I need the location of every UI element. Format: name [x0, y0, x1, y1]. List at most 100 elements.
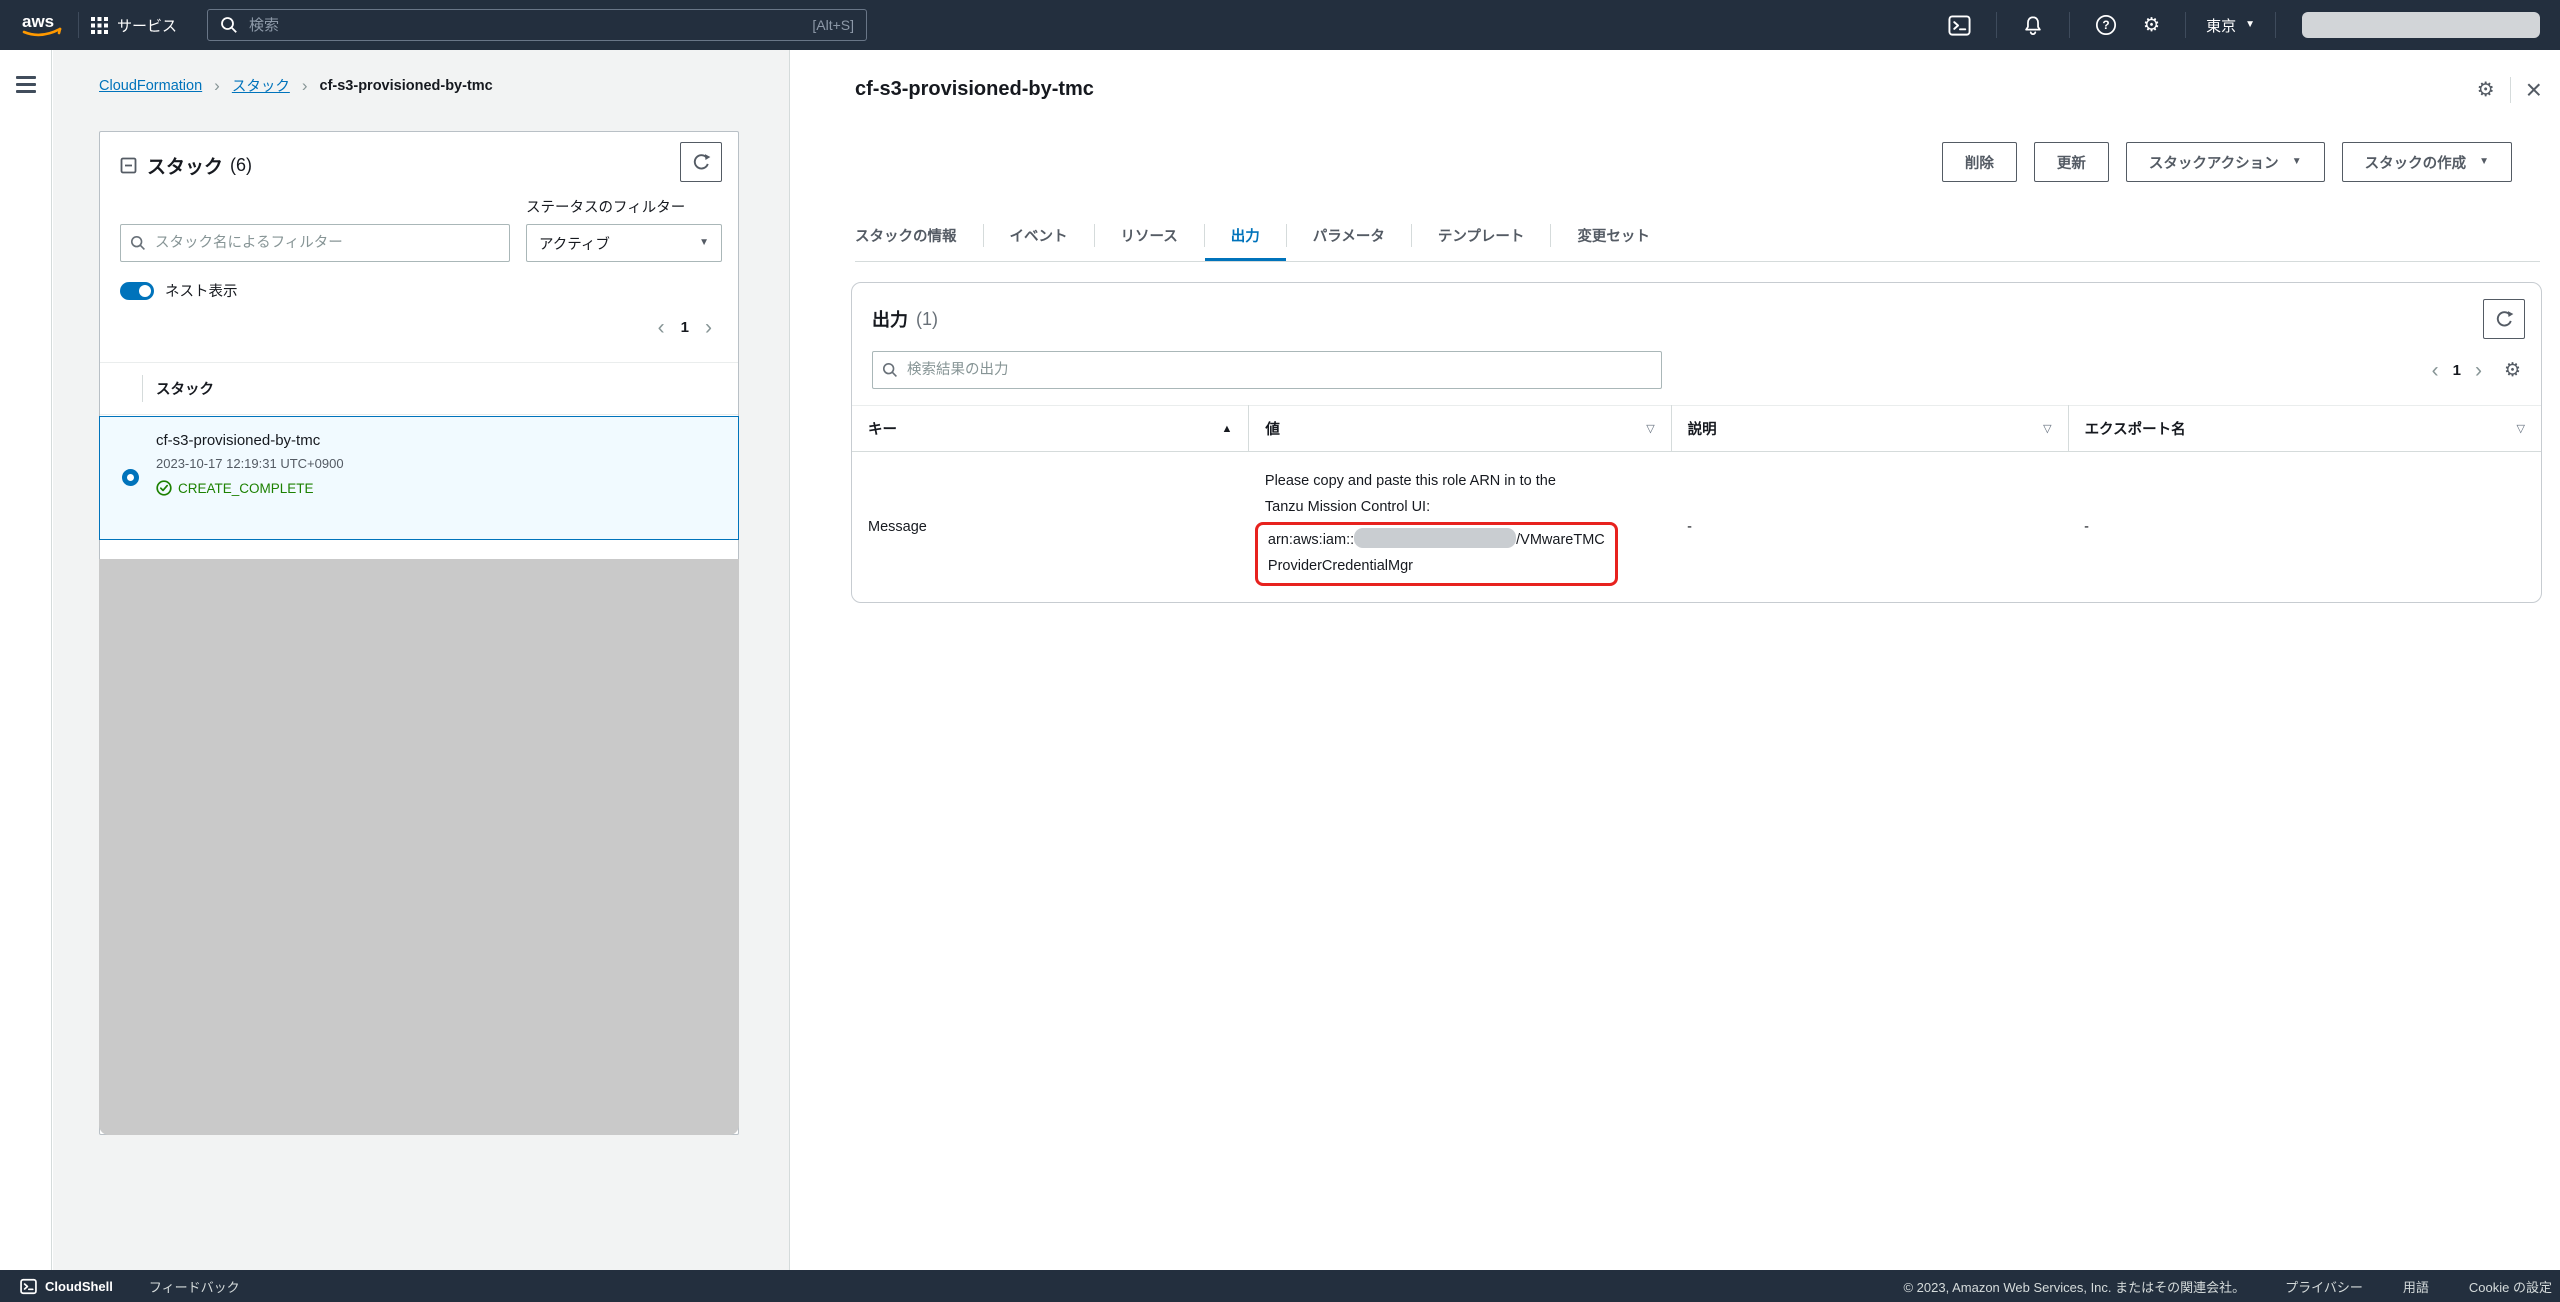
chevron-down-icon: ▼ — [2292, 157, 2302, 167]
stack-actions-dropdown-button[interactable]: スタックアクション ▼ — [2126, 142, 2325, 182]
next-page-icon[interactable]: › — [705, 317, 712, 338]
search-icon — [130, 235, 146, 251]
top-navigation: aws サービス [Alt+S] ? — [0, 0, 2560, 50]
search-shortcut-hint: [Alt+S] — [812, 17, 854, 33]
arn-highlight-annotation: arn:aws:iam::/VMwareTMC ProviderCredenti… — [1255, 522, 1618, 586]
stack-detail-tabs: スタックの情報 イベント リソース 出力 パラメータ テンプレート 変更セット — [855, 210, 2540, 262]
next-page-icon[interactable]: › — [2475, 360, 2482, 381]
cloudshell-icon — [20, 1278, 37, 1295]
refresh-stacks-button[interactable] — [680, 142, 722, 182]
stack-name-filter-input[interactable] — [120, 224, 510, 262]
column-header-value[interactable]: 値 ▽ — [1249, 406, 1671, 452]
output-description-cell: - — [1671, 452, 2068, 603]
divider — [2510, 77, 2511, 103]
cloudshell-button[interactable] — [1935, 14, 1984, 37]
column-header-key[interactable]: キー ▲ — [852, 406, 1249, 452]
breadcrumb-link-cloudformation[interactable]: CloudFormation — [99, 78, 202, 94]
footer-cookie-settings-link[interactable]: Cookie の設定 — [2469, 1277, 2552, 1296]
table-row: Message Please copy and paste this role … — [852, 452, 2541, 603]
output-value-cell: Please copy and paste this role ARN in t… — [1249, 452, 1671, 603]
tab-parameters[interactable]: パラメータ — [1287, 210, 1411, 261]
breadcrumb-separator-icon: › — [214, 76, 220, 96]
create-stack-dropdown-button[interactable]: スタックの作成 ▼ — [2342, 142, 2512, 182]
left-rail — [0, 50, 52, 1270]
update-button[interactable]: 更新 — [2034, 142, 2109, 182]
panel-settings-gear-icon[interactable]: ⚙ — [2477, 80, 2495, 100]
region-selector[interactable]: 東京 ▼ — [2198, 15, 2263, 36]
outputs-card: 出力 (1) ‹ 1 › ⚙ — [851, 282, 2542, 603]
refresh-outputs-button[interactable] — [2483, 299, 2525, 339]
stacks-title: スタック — [147, 152, 223, 179]
stack-list-column-header: スタック — [100, 363, 738, 415]
status-filter-value: アクティブ — [539, 233, 610, 254]
tab-events[interactable]: イベント — [984, 210, 1094, 261]
footer-copyright: © 2023, Amazon Web Services, Inc. またはその関… — [1903, 1277, 2245, 1296]
radio-selected-icon[interactable] — [122, 469, 139, 486]
stack-actions-toolbar: 削除 更新 スタックアクション ▼ スタックの作成 ▼ — [1942, 142, 2512, 182]
nav-divider — [2069, 12, 2070, 38]
stacks-count: (6) — [230, 155, 252, 176]
account-menu-redacted[interactable] — [2302, 12, 2540, 38]
tab-change-sets[interactable]: 変更セット — [1551, 210, 1676, 261]
column-divider — [142, 375, 143, 402]
global-search[interactable]: [Alt+S] — [207, 9, 867, 41]
stack-status-badge: CREATE_COMPLETE — [178, 481, 314, 496]
footer-feedback-link[interactable]: フィードバック — [149, 1277, 240, 1296]
services-label: サービス — [117, 15, 177, 36]
tab-outputs[interactable]: 出力 — [1205, 210, 1286, 261]
chevron-down-icon: ▼ — [2245, 20, 2255, 30]
search-icon — [220, 16, 238, 34]
app-body: CloudFormation › スタック › cf-s3-provisione… — [0, 50, 2560, 1270]
apps-grid-icon — [91, 17, 108, 34]
status-filter-select[interactable]: アクティブ ▼ — [526, 224, 722, 262]
nested-view-toggle[interactable] — [120, 282, 154, 300]
sort-icon: ▽ — [2517, 422, 2525, 435]
status-filter-label: ステータスのフィルター — [526, 196, 722, 217]
tab-template[interactable]: テンプレート — [1412, 210, 1551, 261]
output-key-cell: Message — [852, 452, 1249, 603]
stack-detail-panel: cf-s3-provisioned-by-tmc ⚙ × 削除 更新 スタックア… — [791, 50, 2560, 1270]
console-footer: CloudShell フィードバック © 2023, Amazon Web Se… — [0, 1270, 2560, 1302]
tab-stack-info[interactable]: スタックの情報 — [855, 210, 983, 261]
footer-cloudshell-button[interactable]: CloudShell — [20, 1278, 113, 1295]
page-number[interactable]: 1 — [2453, 362, 2461, 379]
outputs-table: キー ▲ 値 ▽ 説明 — [852, 405, 2541, 602]
tab-resources[interactable]: リソース — [1095, 210, 1204, 261]
collapse-panel-icon[interactable] — [120, 157, 137, 174]
footer-terms-link[interactable]: 用語 — [2403, 1277, 2429, 1296]
stacks-list-card: スタック (6) ステータスのフィルター アクティブ ▼ — [99, 131, 739, 1135]
previous-page-icon[interactable]: ‹ — [2432, 360, 2439, 381]
redacted-stack-list-area — [99, 559, 739, 1135]
chevron-down-icon: ▼ — [2479, 157, 2489, 167]
breadcrumb-link-stacks[interactable]: スタック — [232, 75, 290, 96]
redacted-account-id — [1354, 528, 1516, 548]
svg-text:?: ? — [2102, 18, 2109, 32]
nav-divider — [2185, 12, 2186, 38]
delete-button[interactable]: 削除 — [1942, 142, 2017, 182]
column-header-description[interactable]: 説明 ▽ — [1671, 406, 2068, 452]
table-preferences-gear-icon[interactable]: ⚙ — [2504, 361, 2521, 380]
close-panel-icon[interactable]: × — [2526, 76, 2542, 104]
sort-icon: ▽ — [1646, 422, 1654, 435]
settings-gear-button[interactable]: ⚙ — [2130, 16, 2173, 35]
breadcrumb-separator-icon: › — [302, 76, 308, 96]
svg-text:aws: aws — [22, 12, 54, 31]
help-button[interactable]: ? — [2082, 14, 2130, 36]
outputs-search-input[interactable] — [872, 351, 1662, 389]
column-header-export-name[interactable]: エクスポート名 ▽ — [2068, 406, 2541, 452]
aws-logo[interactable]: aws — [20, 10, 66, 40]
nav-divider — [1996, 12, 1997, 38]
sort-icon: ▽ — [2043, 422, 2051, 435]
footer-privacy-link[interactable]: プライバシー — [2285, 1277, 2363, 1296]
output-export-name-cell: - — [2068, 452, 2541, 603]
sort-ascending-icon: ▲ — [1222, 423, 1233, 435]
stack-name: cf-s3-provisioned-by-tmc — [156, 432, 722, 449]
breadcrumb: CloudFormation › スタック › cf-s3-provisione… — [99, 75, 789, 96]
notifications-bell-button[interactable] — [2009, 14, 2057, 37]
previous-page-icon[interactable]: ‹ — [658, 317, 665, 338]
page-number[interactable]: 1 — [681, 319, 689, 336]
hamburger-menu-icon[interactable] — [16, 76, 36, 93]
global-search-input[interactable] — [247, 16, 803, 35]
services-menu[interactable]: サービス — [91, 15, 177, 36]
stack-list-item-selected[interactable]: cf-s3-provisioned-by-tmc 2023-10-17 12:1… — [99, 416, 739, 540]
